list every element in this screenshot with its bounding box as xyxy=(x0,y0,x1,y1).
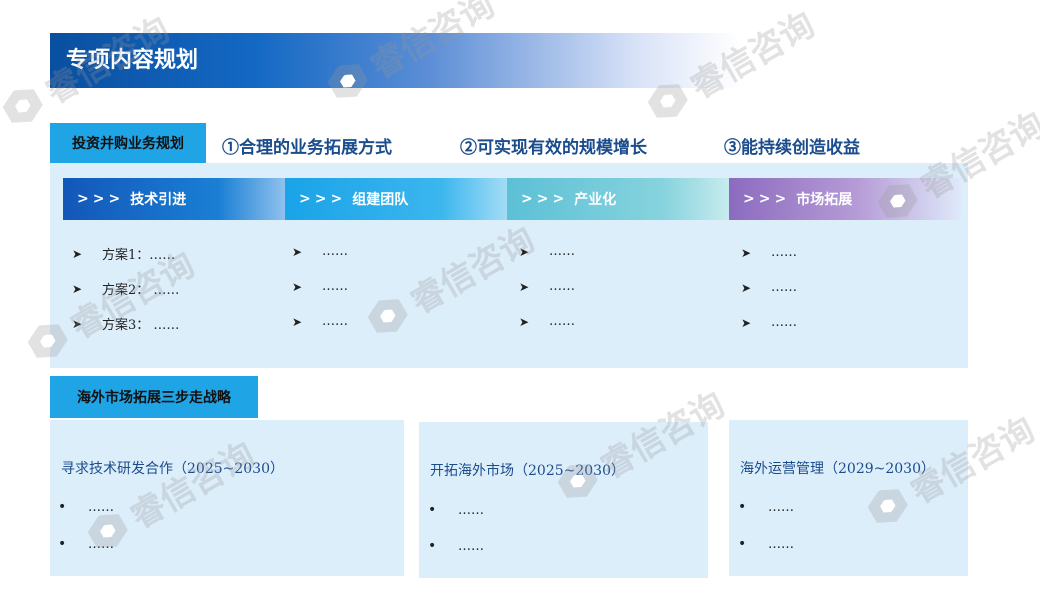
step-arrows: >>> xyxy=(77,191,125,207)
bullet-dot-icon: • xyxy=(58,536,67,552)
list-item-text: …… xyxy=(88,499,114,515)
list-item: • …… xyxy=(738,499,794,515)
arrow-bullet-icon: ➤ xyxy=(72,316,83,331)
list-item-text: …… xyxy=(322,279,348,294)
card-title: 开拓海外市场（2025~2030） xyxy=(430,463,625,479)
list-item-text: …… xyxy=(88,536,114,552)
list-item: • …… xyxy=(738,536,794,552)
list-item-text: …… xyxy=(771,245,797,260)
list-item: ➤ …… xyxy=(741,280,797,295)
list-item: ➤ …… xyxy=(519,314,575,329)
bullet-dot-icon: • xyxy=(58,499,67,515)
arrow-bullet-icon: ➤ xyxy=(519,314,530,329)
list-item: • …… xyxy=(58,499,114,515)
list-item: ➤ …… xyxy=(292,279,348,294)
strategy-card-1 xyxy=(50,420,404,576)
list-item-text: …… xyxy=(458,538,484,554)
list-item-text: 方案1：…… xyxy=(102,248,176,263)
strategy-card-3 xyxy=(729,420,968,576)
bullet-dot-icon: • xyxy=(738,499,747,515)
bullet-dot-icon: • xyxy=(428,538,437,554)
card-title: 寻求技术研发合作（2025~2030） xyxy=(61,461,284,477)
list-item-text: …… xyxy=(549,279,575,294)
list-item-text: …… xyxy=(771,315,797,330)
step-tech-intro: >>> 技术引进 xyxy=(63,178,285,220)
step-arrows: >>> xyxy=(521,191,569,207)
list-item-text: …… xyxy=(458,502,484,518)
watermark-logo-icon xyxy=(0,81,47,130)
list-item: ➤ …… xyxy=(292,314,348,329)
arrow-bullet-icon: ➤ xyxy=(741,280,752,295)
list-item-text: …… xyxy=(549,244,575,259)
list-item: ➤ …… xyxy=(741,245,797,260)
arrow-bullet-icon: ➤ xyxy=(741,245,752,260)
list-item-text: …… xyxy=(768,536,794,552)
card-title: 海外运营管理（2029~2030） xyxy=(740,461,935,477)
bullet-dot-icon: • xyxy=(738,536,747,552)
step-label: 市场拓展 xyxy=(796,192,853,208)
list-item: ➤ …… xyxy=(519,279,575,294)
list-item: ➤ …… xyxy=(519,244,575,259)
list-item: ➤ 方案1：…… xyxy=(72,244,176,264)
list-item: • …… xyxy=(58,536,114,552)
section-label-investment: 投资并购业务规划 xyxy=(50,123,206,163)
list-item: • …… xyxy=(428,502,484,518)
step-market-expand: >>> 市场拓展 xyxy=(729,178,961,220)
arrow-bullet-icon: ➤ xyxy=(72,281,83,296)
step-label: 技术引进 xyxy=(130,192,187,208)
list-item: ➤ …… xyxy=(292,244,348,259)
arrow-bullet-icon: ➤ xyxy=(292,279,303,294)
step-industrialize: >>> 产业化 xyxy=(507,178,729,220)
section-label-overseas: 海外市场拓展三步走战略 xyxy=(50,376,258,418)
arrow-bullet-icon: ➤ xyxy=(741,315,752,330)
arrow-bullet-icon: ➤ xyxy=(519,244,530,259)
strategy-card-2 xyxy=(419,422,708,578)
step-label: 产业化 xyxy=(574,192,617,208)
list-item-text: 方案2： …… xyxy=(102,283,180,298)
arrow-bullet-icon: ➤ xyxy=(72,246,83,261)
list-item: ➤ …… xyxy=(741,315,797,330)
list-item-text: …… xyxy=(549,314,575,329)
list-item-text: 方案3： …… xyxy=(102,318,180,333)
list-item: ➤ 方案2： …… xyxy=(72,279,180,299)
goal-2: ②可实现有效的规模增长 xyxy=(460,138,647,158)
page-title: 专项内容规划 xyxy=(50,33,740,88)
list-item: • …… xyxy=(428,538,484,554)
step-arrows: >>> xyxy=(743,191,791,207)
arrow-bullet-icon: ➤ xyxy=(292,244,303,259)
list-item-text: …… xyxy=(768,499,794,515)
list-item-text: …… xyxy=(771,280,797,295)
step-label: 组建团队 xyxy=(352,192,409,208)
step-build-team: >>> 组建团队 xyxy=(285,178,507,220)
step-arrows: >>> xyxy=(299,191,347,207)
bullet-dot-icon: • xyxy=(428,502,437,518)
goal-1: ①合理的业务拓展方式 xyxy=(222,138,392,158)
arrow-bullet-icon: ➤ xyxy=(519,279,530,294)
list-item-text: …… xyxy=(322,314,348,329)
list-item-text: …… xyxy=(322,244,348,259)
arrow-bullet-icon: ➤ xyxy=(292,314,303,329)
goal-3: ③能持续创造收益 xyxy=(724,138,860,158)
list-item: ➤ 方案3： …… xyxy=(72,314,180,334)
